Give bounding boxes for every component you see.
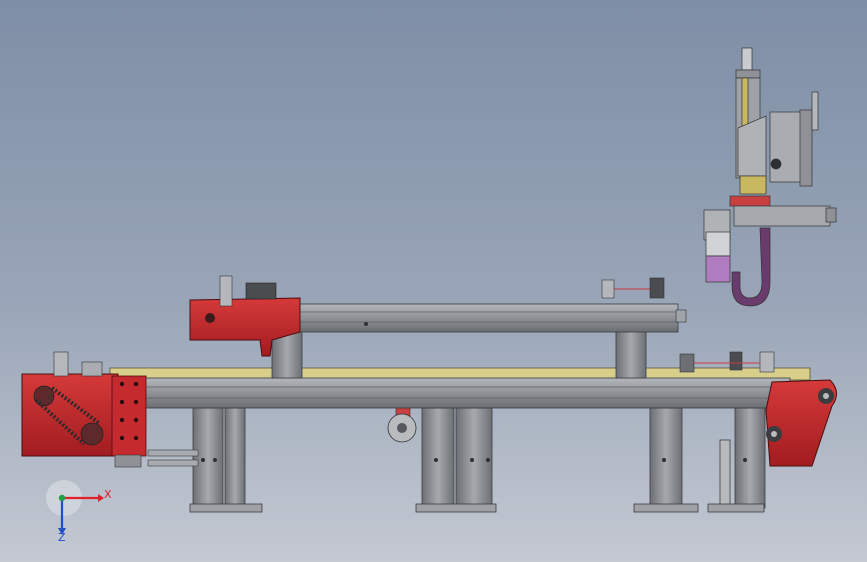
right-idler-housing [765,379,837,467]
x-axis-label: X [104,488,112,501]
tension-pulley [387,405,417,443]
upper-conveyor-beam [261,303,687,333]
orientation-triad [46,480,104,535]
gripper-arm [703,195,837,307]
cad-viewport[interactable]: X Z [0,0,867,562]
conveyor-assembly-drawing [21,47,837,535]
z-axis-label: Z [58,531,66,544]
vertical-actuator [735,47,819,195]
lower-conveyor-legs [189,407,766,513]
